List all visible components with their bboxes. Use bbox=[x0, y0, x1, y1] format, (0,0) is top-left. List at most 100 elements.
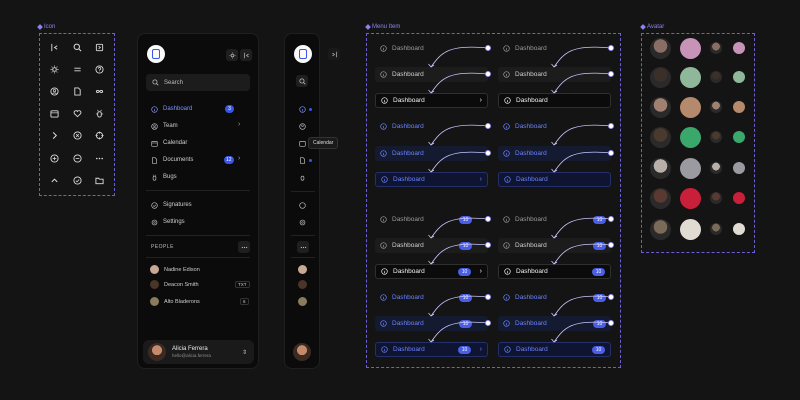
avatar[interactable] bbox=[298, 265, 307, 274]
more-icon bbox=[300, 246, 306, 248]
info-icon bbox=[380, 123, 387, 130]
sidebar-item-documents[interactable]: Documents bbox=[151, 154, 193, 166]
avatar bbox=[649, 187, 671, 209]
person-name: Nadine Edison bbox=[164, 266, 200, 273]
avatar[interactable] bbox=[298, 297, 307, 306]
sidebar-item-signatures[interactable]: Signatures bbox=[151, 199, 192, 211]
info-icon bbox=[381, 268, 388, 275]
user-circle-icon bbox=[49, 86, 59, 96]
avatar bbox=[649, 218, 671, 240]
menu-item-label: Dashboard bbox=[393, 176, 425, 183]
menu-item[interactable]: Dashboard 10 › bbox=[375, 264, 488, 279]
notification-dot bbox=[309, 159, 312, 162]
avatar bbox=[710, 192, 722, 204]
sidebar-item-calendar[interactable]: Calendar bbox=[151, 137, 187, 149]
menu-item[interactable]: Dashboard bbox=[498, 119, 611, 134]
bug-icon[interactable] bbox=[298, 173, 306, 181]
search-button[interactable] bbox=[296, 75, 308, 87]
menu-item[interactable]: Dashboard bbox=[498, 41, 611, 56]
menu-item[interactable]: Dashboard 10 bbox=[375, 212, 488, 227]
file-icon[interactable] bbox=[298, 156, 306, 164]
menu-item[interactable]: Dashboard bbox=[375, 146, 488, 161]
collapse-button[interactable] bbox=[240, 49, 252, 61]
user-circle-icon[interactable] bbox=[298, 122, 306, 130]
more-icon bbox=[94, 153, 104, 163]
avatar bbox=[710, 223, 722, 235]
expand-sidebar-button[interactable] bbox=[328, 48, 340, 60]
calendar-icon[interactable] bbox=[298, 139, 306, 147]
sidebar-item-label: Team bbox=[163, 123, 178, 129]
chevron-right-icon[interactable]: › bbox=[238, 121, 240, 128]
logo[interactable] bbox=[147, 45, 165, 63]
menu-item[interactable]: Dashboard 10 bbox=[498, 290, 611, 305]
menu-item-label: Dashboard bbox=[515, 320, 547, 327]
chevron-right-icon[interactable]: › bbox=[238, 155, 240, 162]
person-item[interactable]: Alto Bladerons bbox=[150, 297, 200, 306]
menu-item[interactable]: Dashboard 10 › bbox=[375, 342, 488, 357]
sidebar-item-bugs[interactable]: Bugs bbox=[151, 171, 177, 183]
menu-item-badge: 10 bbox=[459, 319, 472, 328]
menu-item[interactable]: Dashboard bbox=[498, 146, 611, 161]
check-circle-icon[interactable] bbox=[298, 201, 306, 209]
info-icon[interactable] bbox=[298, 105, 306, 113]
menu-item-badge: 10 bbox=[458, 267, 471, 276]
menu-item[interactable]: Dashboard 10 bbox=[375, 316, 488, 331]
tooltip: Calendar bbox=[308, 137, 339, 149]
bug-icon bbox=[94, 108, 104, 118]
chevron-right-icon: › bbox=[479, 268, 482, 275]
menu-item[interactable]: Dashboard 10 bbox=[498, 342, 611, 357]
menu-item-label: Dashboard bbox=[516, 268, 548, 275]
menu-item[interactable]: Dashboard bbox=[375, 119, 488, 134]
info-icon bbox=[380, 242, 387, 249]
menu-item[interactable]: Dashboard 10 bbox=[375, 238, 488, 253]
sun-icon bbox=[228, 51, 236, 59]
menu-item[interactable]: Dashboard › bbox=[375, 172, 488, 187]
logo[interactable] bbox=[294, 45, 312, 63]
menu-item[interactable]: Dashboard 10 bbox=[375, 290, 488, 305]
menu-item[interactable]: Dashboard bbox=[498, 172, 611, 187]
person-item[interactable]: Nadine Edison bbox=[150, 265, 200, 274]
menu-item[interactable]: Dashboard bbox=[375, 41, 488, 56]
people-more-button[interactable] bbox=[238, 241, 250, 253]
user-card[interactable]: Alicia Ferrera hello@alicia.ferrera ⇕ bbox=[143, 340, 254, 364]
avatar bbox=[733, 192, 745, 204]
sidebar-item-label: Calendar bbox=[163, 140, 188, 146]
info-icon bbox=[381, 176, 388, 183]
sidebar-item-dashboard[interactable]: Dashboard bbox=[151, 103, 192, 115]
menu-item-label: Dashboard bbox=[393, 268, 425, 275]
menu-item[interactable]: Dashboard 10 bbox=[498, 238, 611, 253]
info-icon bbox=[504, 346, 511, 353]
info-icon bbox=[503, 294, 510, 301]
menu-item[interactable]: Dashboard › bbox=[375, 93, 488, 108]
avatar bbox=[150, 297, 159, 306]
gear-icon[interactable] bbox=[298, 218, 306, 226]
menu-item[interactable]: Dashboard 10 bbox=[498, 316, 611, 331]
menu-item-label: Dashboard bbox=[393, 97, 425, 104]
info-icon bbox=[503, 242, 510, 249]
menu-item[interactable]: Dashboard bbox=[498, 67, 611, 82]
menu-item-badge: 10 bbox=[593, 293, 606, 302]
theme-toggle-button[interactable] bbox=[226, 49, 238, 61]
avatar bbox=[649, 157, 671, 179]
avatar[interactable] bbox=[293, 343, 311, 361]
menu-item[interactable]: Dashboard 10 bbox=[498, 212, 611, 227]
menu-item-label: Dashboard bbox=[515, 71, 547, 78]
menu-item[interactable]: Dashboard bbox=[375, 67, 488, 82]
avatar[interactable] bbox=[298, 280, 307, 289]
sidebar-item-settings[interactable]: Settings bbox=[151, 216, 185, 228]
sidebar-item-team[interactable]: Team bbox=[151, 120, 178, 132]
menu-item[interactable]: Dashboard bbox=[498, 93, 611, 108]
people-more-button[interactable] bbox=[297, 241, 309, 253]
search-input[interactable]: Search bbox=[146, 74, 250, 91]
menu-item[interactable]: Dashboard 10 bbox=[498, 264, 611, 279]
avatar bbox=[679, 187, 701, 209]
calendar-icon bbox=[49, 108, 59, 118]
avatar bbox=[733, 162, 745, 174]
person-item[interactable]: Deacon Smith bbox=[150, 280, 199, 289]
chevron-up-down-icon[interactable]: ⇕ bbox=[242, 349, 247, 356]
sidebar-collapse-icon bbox=[243, 52, 249, 58]
dashboard-badge: 3 bbox=[225, 105, 234, 113]
file-icon bbox=[72, 86, 82, 96]
menu-item-badge: 10 bbox=[593, 241, 606, 250]
menu-item-label: Dashboard bbox=[515, 216, 547, 223]
